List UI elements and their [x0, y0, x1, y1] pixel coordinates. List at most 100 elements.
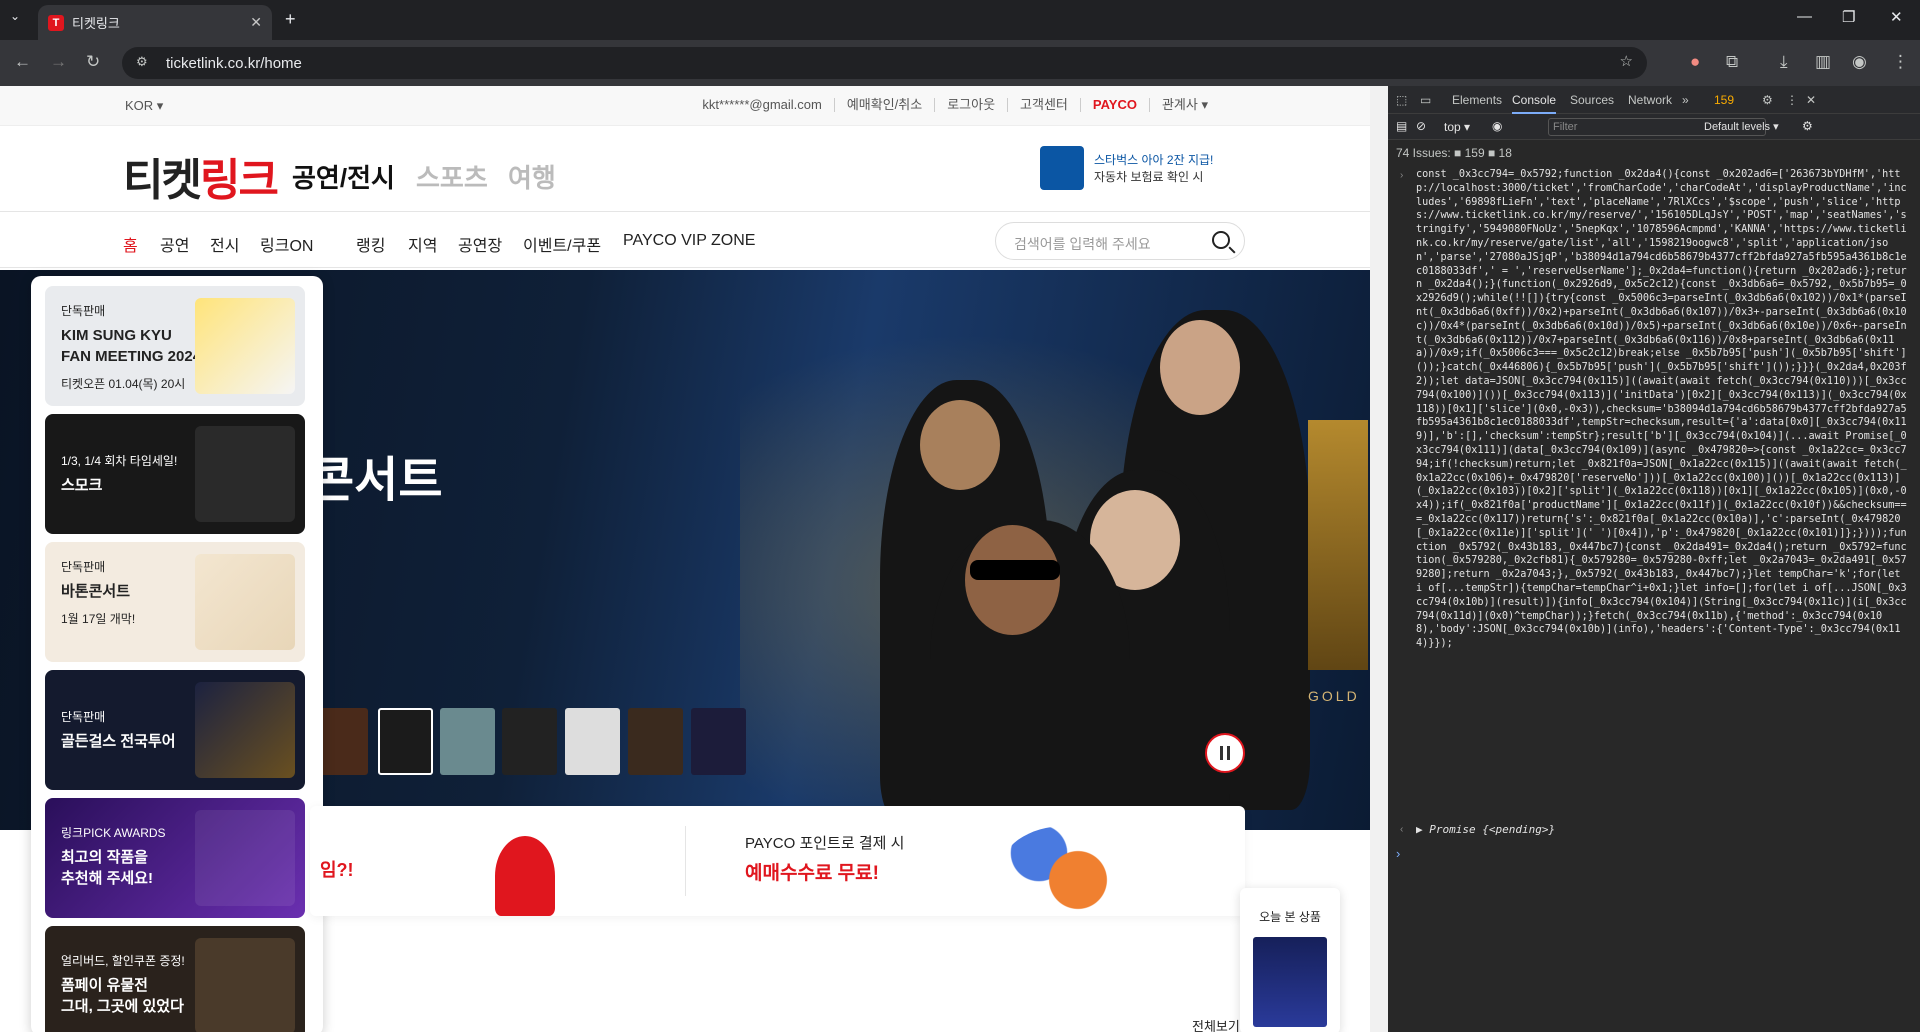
- extension-icon[interactable]: ●: [1690, 52, 1700, 72]
- ad-line1: 스타벅스 아아 2잔 지급!: [1094, 153, 1214, 167]
- user-email[interactable]: kkt******@gmail.com: [690, 98, 833, 112]
- card-link-pick-awards[interactable]: 링크PICK AWARDS 최고의 작품을 추천해 주세요!: [45, 798, 305, 918]
- forward-icon[interactable]: →: [50, 52, 67, 72]
- insurance-logo-icon: [1040, 146, 1084, 190]
- nav-region[interactable]: 지역: [408, 232, 437, 256]
- close-devtools-icon[interactable]: ✕: [1806, 93, 1816, 107]
- hero-artwork: [740, 290, 1370, 830]
- card-art: [195, 810, 295, 906]
- utility-bar: KOR ▾ kkt******@gmail.com 예매확인/취소 로그아웃 고…: [0, 86, 1370, 126]
- tab-sources[interactable]: Sources: [1570, 93, 1614, 107]
- close-tab-icon[interactable]: ✕: [250, 14, 262, 31]
- inspect-icon[interactable]: ⬚: [1396, 93, 1407, 107]
- logout-link[interactable]: 로그아웃: [934, 98, 1007, 112]
- console-settings-icon[interactable]: ⚙: [1802, 119, 1813, 133]
- hero-thumb-6[interactable]: [628, 708, 683, 775]
- nav-venue[interactable]: 공연장: [458, 232, 502, 256]
- promo-banner[interactable]: 임?! PAYCO 포인트로 결제 시 예매수수료 무료!: [310, 806, 1245, 916]
- nav-exhibition[interactable]: 전시: [210, 232, 239, 256]
- back-icon[interactable]: ←: [14, 52, 31, 72]
- download-icon[interactable]: ⤓: [1780, 52, 1788, 72]
- profile-avatar-icon[interactable]: ◉: [1852, 52, 1867, 72]
- close-window-icon[interactable]: ✕: [1890, 8, 1903, 26]
- nav-ranking[interactable]: 랭킹: [356, 232, 385, 256]
- address-bar[interactable]: ⚙ ticketlink.co.kr/home ☆: [122, 47, 1647, 79]
- minimize-icon[interactable]: —: [1797, 8, 1812, 25]
- issues-count-badge[interactable]: 159: [1714, 93, 1734, 107]
- promo-left-text: 임?!: [320, 860, 354, 880]
- recently-viewed[interactable]: 오늘 본 상품: [1240, 888, 1340, 1032]
- ticketlink-logo[interactable]: 티켓링크: [123, 144, 279, 208]
- hero-thumb-2[interactable]: [378, 708, 433, 775]
- live-expression-eye-icon[interactable]: ◉: [1492, 119, 1502, 133]
- clear-console-icon[interactable]: ⊘: [1416, 119, 1426, 133]
- customer-center-link[interactable]: 고객센터: [1007, 98, 1080, 112]
- search-icon[interactable]: [1212, 231, 1230, 249]
- tab-console[interactable]: Console: [1512, 93, 1557, 114]
- device-toolbar-icon[interactable]: ▭: [1420, 93, 1431, 107]
- more-options-icon[interactable]: ⋮: [1786, 93, 1798, 107]
- search-input[interactable]: 검색어를 입력해 주세요: [995, 222, 1245, 260]
- affiliates-link[interactable]: 관계사 ▾: [1148, 98, 1220, 112]
- extensions-puzzle-icon[interactable]: ⧉: [1726, 52, 1738, 72]
- nav-payco-vip[interactable]: PAYCO VIP ZONE: [623, 232, 755, 250]
- browser-tab[interactable]: T 티켓링크 ✕: [38, 5, 272, 40]
- settings-gear-icon[interactable]: ⚙: [1762, 93, 1773, 107]
- category-travel[interactable]: 여행: [508, 158, 556, 195]
- console-result[interactable]: ▶ Promise {<pending>}: [1416, 823, 1555, 836]
- tab-network[interactable]: Network: [1628, 93, 1672, 107]
- language-select[interactable]: KOR ▾: [125, 98, 163, 114]
- restore-icon[interactable]: ❐: [1842, 8, 1855, 26]
- log-levels-select[interactable]: Default levels ▾: [1704, 120, 1779, 133]
- context-select[interactable]: top ▾: [1444, 120, 1470, 134]
- nav-event-coupon[interactable]: 이벤트/쿠폰: [523, 232, 601, 256]
- console-prompt[interactable]: ›: [1396, 846, 1400, 861]
- console-toolbar: ▤ ⊘ top ▾ ◉ Filter Default levels ▾ ⚙: [1388, 114, 1920, 140]
- tab-title: 티켓링크: [72, 16, 120, 31]
- recent-thumbnail[interactable]: [1253, 937, 1327, 1027]
- sports-ball-art: [1000, 826, 1130, 916]
- insurance-ad[interactable]: 스타벅스 아아 2잔 지급! 자동차 보험료 확인 시: [1040, 146, 1213, 190]
- output-arrow-icon: ‹: [1400, 824, 1404, 835]
- tab-elements[interactable]: Elements: [1452, 93, 1502, 107]
- pause-button[interactable]: [1205, 733, 1245, 773]
- card-golden-girls[interactable]: 단독판매 골든걸스 전국투어: [45, 670, 305, 790]
- card-kim-sung-kyu[interactable]: 단독판매 KIM SUNG KYU FAN MEETING 2024 티켓오픈 …: [45, 286, 305, 406]
- issues-bar[interactable]: 74 Issues: ■ 159 ■ 18: [1396, 146, 1512, 160]
- hero-thumb-5[interactable]: [565, 708, 620, 775]
- new-tab-icon[interactable]: +: [285, 9, 296, 30]
- search-placeholder: 검색어를 입력해 주세요: [1014, 236, 1151, 252]
- more-tabs-icon[interactable]: »: [1682, 93, 1689, 107]
- card-baton-concert[interactable]: 단독판매 바톤콘서트 1월 17일 개막!: [45, 542, 305, 662]
- side-panel-icon[interactable]: ▥: [1815, 52, 1831, 72]
- card-pompeii[interactable]: 얼리버드, 할인쿠폰 증정! 폼페이 유물전 그대, 그곳에 있었다: [45, 926, 305, 1032]
- sidebar-toggle-icon[interactable]: ▤: [1396, 119, 1407, 133]
- reload-icon[interactable]: ↻: [86, 52, 100, 72]
- webpage: KOR ▾ kkt******@gmail.com 예매확인/취소 로그아웃 고…: [0, 86, 1370, 1032]
- view-all-link[interactable]: 전체보기: [1192, 1016, 1240, 1032]
- bookmark-star-icon[interactable]: ☆: [1620, 52, 1633, 70]
- console-input-code[interactable]: const _0x3cc794=_0x5792;function _0x2da4…: [1416, 168, 1911, 651]
- logo-part-a: 티켓: [123, 156, 202, 205]
- favicon-icon: T: [48, 14, 64, 31]
- category-sports[interactable]: 스포츠: [416, 158, 488, 195]
- nav-performance[interactable]: 공연: [160, 232, 189, 256]
- devtools-tabs: ⬚ ▭ Elements Console Sources Network » 1…: [1388, 86, 1920, 114]
- nav-home[interactable]: 홈: [123, 232, 138, 256]
- promo-line1: PAYCO 포인트로 결제 시: [745, 835, 905, 852]
- logo-part-b: 링크: [199, 156, 279, 205]
- payco-link[interactable]: PAYCO: [1079, 98, 1149, 112]
- category-performance[interactable]: 공연/전시: [292, 158, 395, 195]
- hero-thumb-7[interactable]: [691, 708, 746, 775]
- hero-thumb-3[interactable]: [440, 708, 495, 775]
- page-scrollbar[interactable]: [1370, 86, 1388, 1032]
- site-info-icon[interactable]: ⚙: [136, 54, 148, 70]
- hero-thumb-4[interactable]: [502, 708, 557, 775]
- featured-list: 단독판매 KIM SUNG KYU FAN MEETING 2024 티켓오픈 …: [31, 276, 323, 1032]
- menu-kebab-icon[interactable]: ⋮: [1892, 52, 1909, 72]
- nav-link-on[interactable]: 링크ON: [260, 232, 313, 256]
- card-smoke[interactable]: 1/3, 1/4 회차 타임세일! 스모크: [45, 414, 305, 534]
- tab-search-icon[interactable]: ⌄: [10, 9, 20, 23]
- main-nav: 홈 공연 전시 링크ON 랭킹 지역 공연장 이벤트/쿠폰 PAYCO VIP …: [0, 212, 1370, 268]
- reservation-check-link[interactable]: 예매확인/취소: [833, 98, 934, 112]
